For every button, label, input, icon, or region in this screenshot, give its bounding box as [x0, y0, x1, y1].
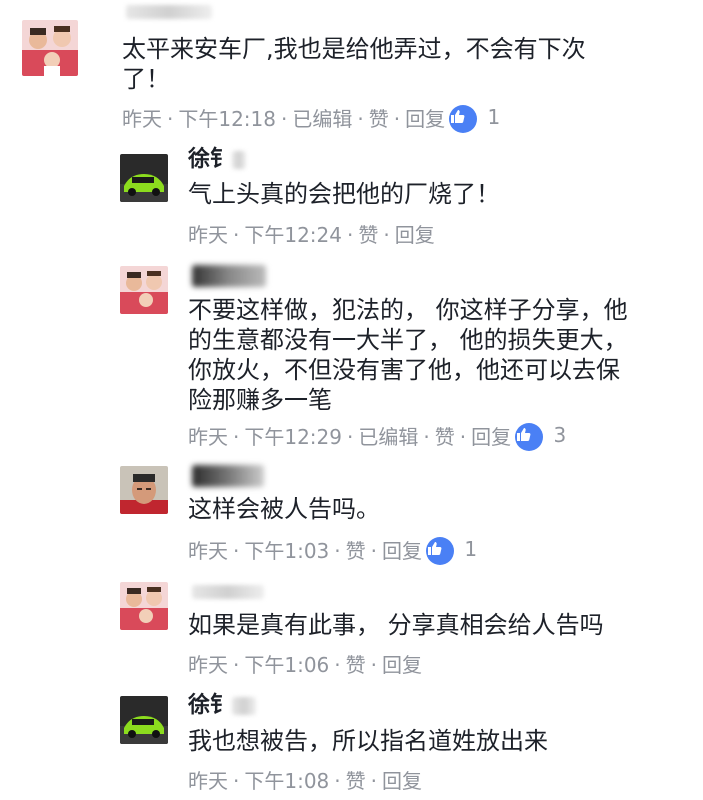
thumbs-up-icon	[515, 423, 544, 451]
thumbs-up-icon	[426, 537, 454, 565]
family-photo-avatar-image	[120, 266, 168, 314]
comment-2: 徐钅 气上头真的会把他的厂烧了！ 昨天 · 下午12:24 · 赞 · 回复	[120, 148, 690, 248]
like-button[interactable]: 赞	[346, 539, 366, 563]
comment-text: 太平来安车厂,我也是给他弄过，不会有下次 了！	[122, 35, 586, 93]
commenter-name[interactable]: 徐钅	[188, 147, 247, 172]
edited-label[interactable]: 已编辑	[358, 425, 418, 449]
separator: ·	[393, 107, 401, 131]
timestamp-day[interactable]: 昨天	[188, 223, 228, 247]
separator: ·	[334, 539, 341, 563]
reaction-count[interactable]: 3	[515, 423, 566, 451]
separator: ·	[423, 425, 430, 449]
commenter-name[interactable]: 徐钅	[188, 693, 257, 718]
separator: ·	[383, 223, 390, 247]
avatar[interactable]	[120, 696, 168, 744]
like-count: 1	[487, 105, 501, 129]
like-button[interactable]: 赞	[369, 107, 389, 131]
comment-meta: 昨天 · 下午1:08 · 赞 · 回复	[188, 769, 422, 793]
thumbs-up-icon	[449, 105, 478, 133]
separator: ·	[281, 107, 288, 131]
comment-text: 气上头真的会把他的厂烧了！	[188, 180, 500, 208]
reply-button[interactable]: 回复	[382, 539, 422, 563]
timestamp-day[interactable]: 昨天	[188, 425, 228, 449]
separator: ·	[357, 107, 364, 131]
comment-meta: 昨天 · 下午12:29 · 已编辑 · 赞 · 回复 3	[188, 423, 566, 451]
comment-meta: 昨天 · 下午1:06 · 赞 · 回复	[188, 653, 422, 677]
separator: ·	[233, 769, 240, 793]
commenter-name[interactable]	[192, 580, 264, 604]
commenter-name[interactable]	[126, 0, 212, 24]
avatar[interactable]	[120, 582, 168, 630]
reply-button[interactable]: 回复	[382, 653, 422, 677]
timestamp-time[interactable]: 下午12:18	[178, 107, 276, 131]
comment-text: 如果是真有此事， 分享真相会给人告吗	[188, 611, 604, 639]
timestamp-time[interactable]: 下午12:24	[244, 223, 342, 247]
like-count: 1	[464, 537, 478, 561]
comment-meta: 昨天 · 下午12:18 · 已编辑 · 赞 · 回复 1	[122, 105, 500, 133]
separator: ·	[233, 425, 240, 449]
timestamp-day[interactable]: 昨天	[188, 769, 228, 793]
timestamp-time[interactable]: 下午1:08	[244, 769, 329, 793]
reaction-count[interactable]: 1	[426, 537, 477, 565]
separator: ·	[233, 223, 240, 247]
comment-6: 徐钅 我也想被告，所以指名道姓放出来 昨天 · 下午1:08 · 赞 · 回复	[120, 692, 690, 797]
redacted-name	[192, 265, 266, 287]
comment-meta: 昨天 · 下午1:03 · 赞 · 回复 1	[188, 537, 477, 565]
reply-button[interactable]: 回复	[405, 107, 445, 131]
comment-text: 不要这样做，犯法的， 你这样子分享，他 的生意都没有一大半了， 他的损失更大， …	[188, 296, 628, 414]
reply-button[interactable]: 回复	[395, 223, 435, 247]
timestamp-time[interactable]: 下午12:29	[244, 425, 342, 449]
separator: ·	[334, 653, 341, 677]
family-photo-avatar-image	[22, 20, 78, 76]
comment-3: 不要这样做，犯法的， 你这样子分享，他 的生意都没有一大半了， 他的损失更大， …	[120, 262, 690, 452]
commenter-name[interactable]	[192, 264, 266, 288]
like-button[interactable]: 赞	[435, 425, 455, 449]
separator: ·	[233, 653, 240, 677]
reaction-count[interactable]: 1	[449, 105, 500, 133]
comment-1: 太平来安车厂,我也是给他弄过，不会有下次 了！ 昨天 · 下午12:18 · 已…	[22, 0, 692, 140]
commenter-name-text: 徐钅	[188, 693, 233, 718]
timestamp-time[interactable]: 下午1:03	[244, 539, 329, 563]
avatar[interactable]	[22, 20, 78, 76]
separator: ·	[370, 769, 377, 793]
commenter-name[interactable]	[192, 464, 264, 488]
reply-button[interactable]: 回复	[471, 425, 511, 449]
timestamp-day[interactable]: 昨天	[122, 107, 162, 131]
green-car-avatar-image	[120, 154, 168, 202]
like-button[interactable]: 赞	[346, 769, 366, 793]
separator: ·	[167, 107, 174, 131]
separator: ·	[347, 223, 354, 247]
reply-button[interactable]: 回复	[382, 769, 422, 793]
avatar[interactable]	[120, 466, 168, 514]
redacted-name	[192, 465, 264, 487]
man-portrait-avatar-image	[120, 466, 168, 514]
timestamp-day[interactable]: 昨天	[188, 653, 228, 677]
timestamp-day[interactable]: 昨天	[188, 539, 228, 563]
commenter-name-text: 徐钅	[188, 147, 233, 172]
comment-text: 这样会被人告吗。	[188, 495, 380, 523]
redacted-name	[126, 5, 212, 19]
separator: ·	[347, 425, 354, 449]
comment-5: 如果是真有此事， 分享真相会给人告吗 昨天 · 下午1:06 · 赞 · 回复	[120, 578, 690, 678]
separator: ·	[334, 769, 341, 793]
comment-meta: 昨天 · 下午12:24 · 赞 · 回复	[188, 223, 435, 247]
separator: ·	[233, 539, 240, 563]
redacted-name	[232, 151, 247, 169]
redacted-name	[192, 585, 264, 599]
avatar[interactable]	[120, 154, 168, 202]
comment-text: 我也想被告，所以指名道姓放出来	[188, 727, 548, 755]
separator: ·	[370, 653, 377, 677]
avatar[interactable]	[120, 266, 168, 314]
like-button[interactable]: 赞	[346, 653, 366, 677]
family-photo-avatar-image	[120, 582, 168, 630]
green-car-avatar-image	[120, 696, 168, 744]
like-count: 3	[553, 423, 567, 447]
separator: ·	[370, 539, 377, 563]
comment-4: 这样会被人告吗。 昨天 · 下午1:03 · 赞 · 回复 1	[120, 462, 690, 565]
edited-label[interactable]: 已编辑	[292, 107, 352, 131]
redacted-name	[232, 697, 257, 715]
timestamp-time[interactable]: 下午1:06	[244, 653, 329, 677]
like-button[interactable]: 赞	[358, 223, 378, 247]
separator: ·	[459, 425, 467, 449]
